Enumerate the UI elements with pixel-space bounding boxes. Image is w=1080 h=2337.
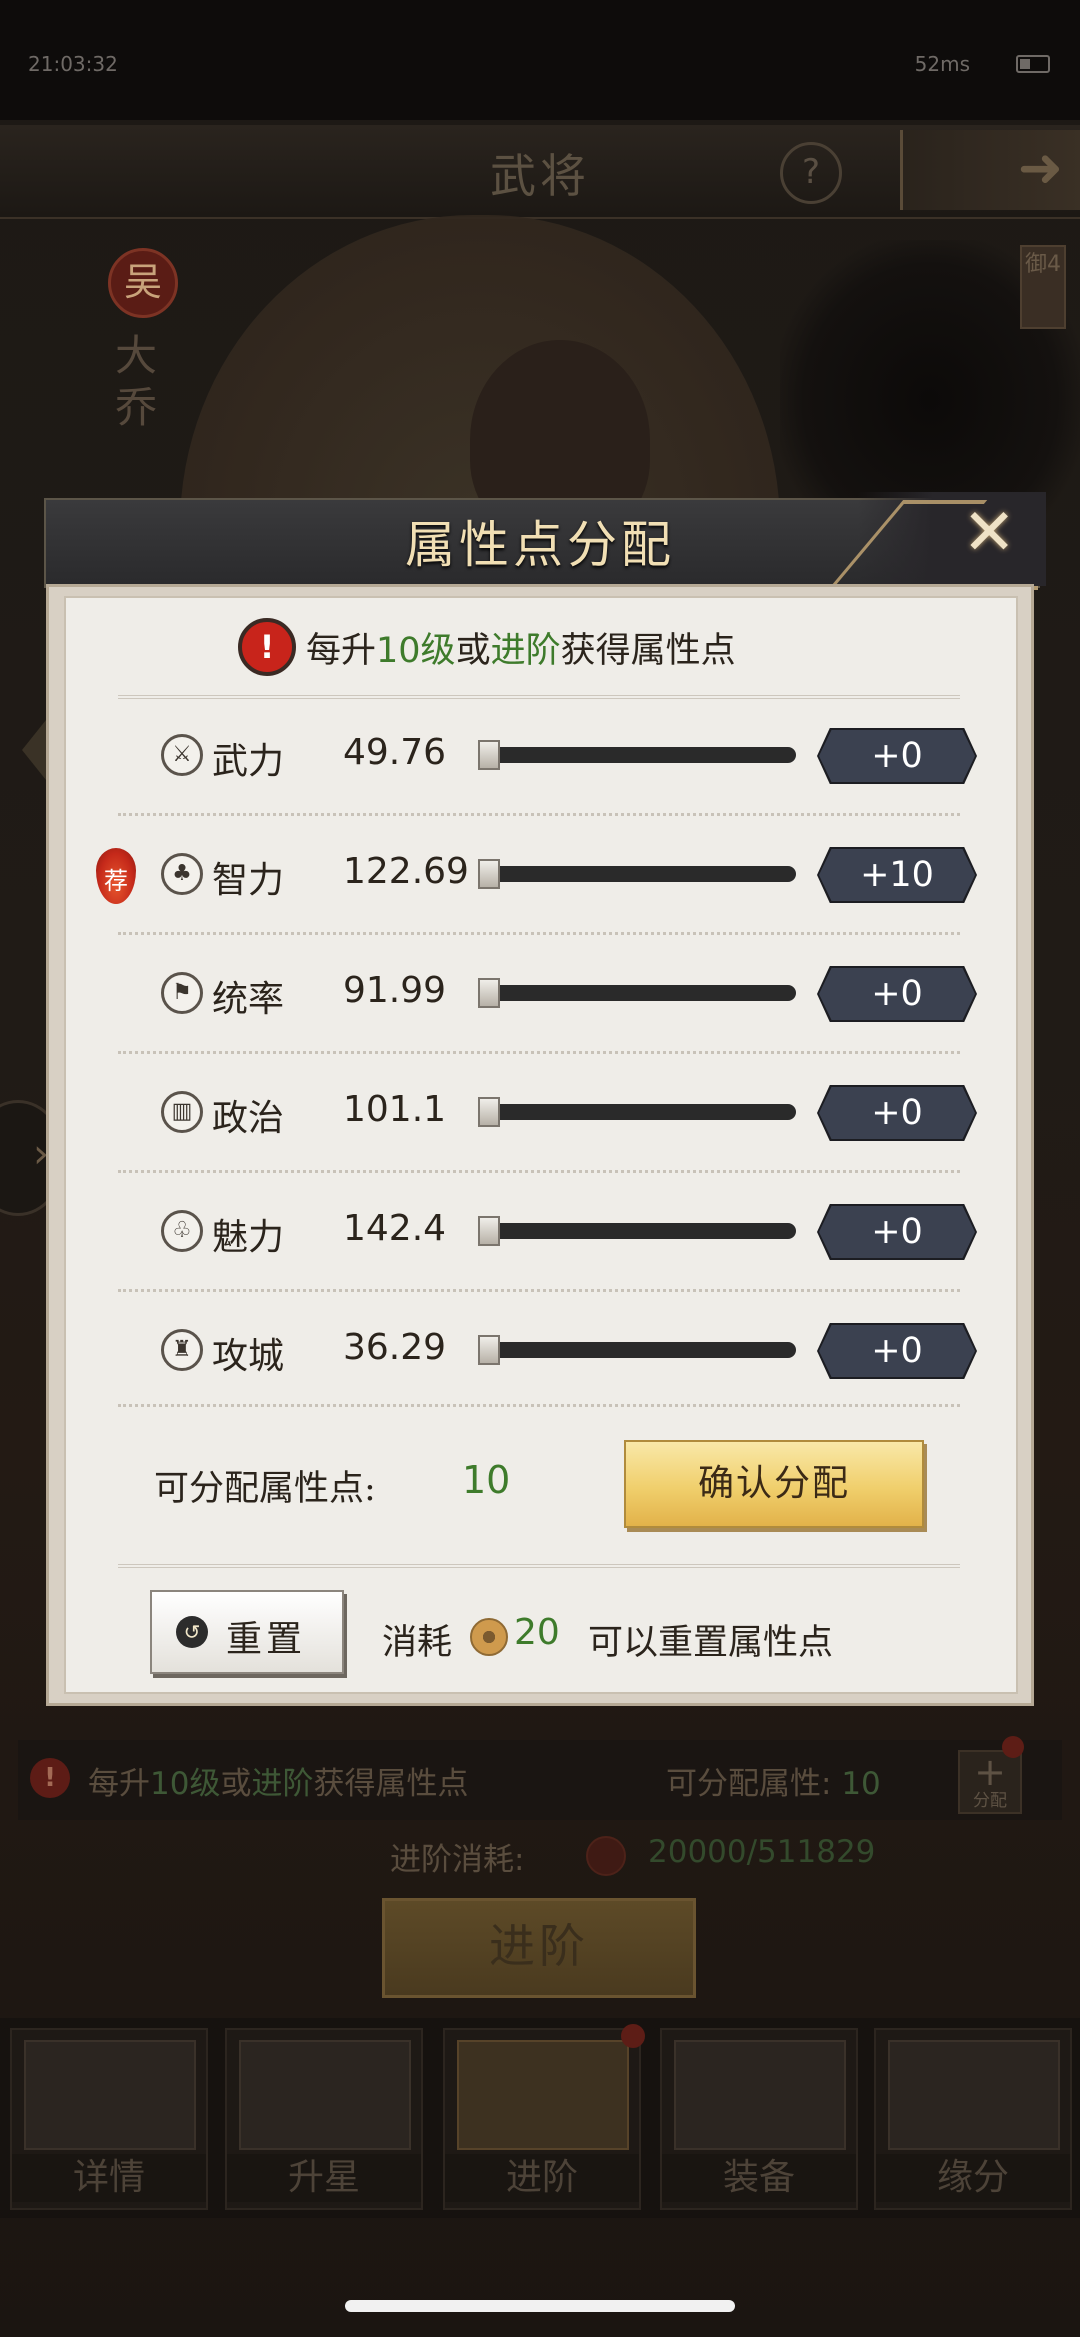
reset-button-label: 重置 xyxy=(226,1619,307,1660)
currency-icon xyxy=(586,1836,626,1876)
available-points-label: 可分配属性点: xyxy=(154,1469,376,1509)
tab-equipment[interactable]: 装备 xyxy=(660,2028,858,2210)
attr-slider-track[interactable] xyxy=(478,1342,796,1358)
divider xyxy=(118,932,960,935)
close-button[interactable]: ✕ xyxy=(832,492,1046,586)
attr-name-command: 统率 xyxy=(212,979,285,1020)
attr-value-force: 49.76 xyxy=(343,732,447,773)
consume-label: 消耗 xyxy=(382,1623,453,1663)
attr-slider-track[interactable] xyxy=(478,1104,796,1120)
attr-add-button[interactable]: +0 xyxy=(819,730,975,782)
advance-button[interactable]: 进阶 xyxy=(382,1898,696,1998)
attr-name-intellect: 智力 xyxy=(212,860,285,901)
arrow-right-icon: ➜ xyxy=(1017,136,1063,199)
divider xyxy=(118,1289,960,1292)
attr-slider-track[interactable] xyxy=(478,866,796,882)
divider xyxy=(118,1170,960,1173)
reset-icon: ↺ xyxy=(176,1616,208,1648)
divider xyxy=(118,813,960,816)
attr-slider-knob[interactable] xyxy=(478,978,500,1008)
advance-cost-label: 进阶消耗: xyxy=(390,1842,525,1878)
scroll-icon: ▥ xyxy=(161,1091,203,1133)
consume-description: 可以重置属性点 xyxy=(588,1623,834,1663)
advance-cost-value: 20000/511829 xyxy=(648,1834,876,1870)
bg-level-tip: 每升10级或进阶获得属性点 xyxy=(88,1766,469,1802)
tab-star-up[interactable]: 升星 xyxy=(225,2028,423,2210)
help-button[interactable]: ? xyxy=(780,142,842,204)
attr-value-intellect: 122.69 xyxy=(343,851,469,892)
status-time: 21:03:32 xyxy=(28,52,118,76)
allocate-button[interactable]: + 分配 xyxy=(958,1750,1022,1814)
attr-slider-knob[interactable] xyxy=(478,1216,500,1246)
divider xyxy=(118,1404,960,1407)
battery-icon xyxy=(1016,55,1050,73)
attr-add-button[interactable]: +0 xyxy=(819,1087,975,1139)
club-leaf-icon: ♣ xyxy=(161,853,203,895)
divider xyxy=(118,1564,960,1568)
attr-slider-track[interactable] xyxy=(478,985,796,1001)
hero-name: 大乔 xyxy=(115,331,158,432)
attr-name-charm: 魅力 xyxy=(212,1217,285,1258)
rank-tag: 御4 xyxy=(1020,245,1066,329)
armor-icon xyxy=(674,2040,846,2150)
attr-slider-track[interactable] xyxy=(478,1223,796,1239)
coin-icon xyxy=(470,1618,508,1656)
attr-slider-knob[interactable] xyxy=(478,1335,500,1365)
tab-details[interactable]: 详情 xyxy=(10,2028,208,2210)
attr-value-politics: 101.1 xyxy=(343,1089,447,1130)
tab-advance[interactable]: 进阶 xyxy=(443,2024,645,2210)
attr-slider-track[interactable] xyxy=(478,747,796,763)
attr-slider-knob[interactable] xyxy=(478,740,500,770)
status-bar: 21:03:32 52ms xyxy=(0,0,1080,120)
attr-slider-knob[interactable] xyxy=(478,859,500,889)
faction-badge: 吴 xyxy=(108,248,178,318)
attr-name-siege: 攻城 xyxy=(212,1336,285,1377)
star-medallion-icon xyxy=(239,2040,411,2150)
warning-icon: ! xyxy=(238,618,296,676)
attr-name-politics: 政治 xyxy=(212,1098,285,1139)
attr-value-command: 91.99 xyxy=(343,970,447,1011)
close-icon: ✕ xyxy=(962,496,1016,570)
home-indicator[interactable] xyxy=(345,2300,735,2312)
tab-bond[interactable]: 缘分 xyxy=(874,2028,1072,2210)
attr-add-button[interactable]: +10 xyxy=(819,849,975,901)
handshake-icon xyxy=(888,2040,1060,2150)
attr-add-button[interactable]: +0 xyxy=(819,968,975,1020)
bg-available-points: 可分配属性: 10 xyxy=(666,1766,881,1802)
sword-icon: ⚔ xyxy=(161,734,203,776)
divider xyxy=(118,1051,960,1054)
club-icon: ♧ xyxy=(161,1210,203,1252)
available-points-value: 10 xyxy=(462,1458,511,1502)
consume-value: 20 xyxy=(514,1612,560,1653)
allocate-label: 分配 xyxy=(973,1791,1007,1811)
flag-icon: ⚑ xyxy=(161,972,203,1014)
attr-add-button[interactable]: +0 xyxy=(819,1325,975,1377)
network-latency: 52ms xyxy=(914,52,970,76)
attr-name-force: 武力 xyxy=(212,741,285,782)
attr-slider-knob[interactable] xyxy=(478,1097,500,1127)
divider xyxy=(118,695,960,699)
attr-value-siege: 36.29 xyxy=(343,1327,447,1368)
forward-button[interactable]: ➜ xyxy=(900,130,1080,210)
notification-dot xyxy=(1002,1736,1024,1758)
confirm-allocate-button[interactable]: 确认分配 xyxy=(624,1440,924,1528)
attr-value-charm: 142.4 xyxy=(343,1208,447,1249)
attr-add-button[interactable]: +0 xyxy=(819,1206,975,1258)
scroll-icon xyxy=(24,2040,196,2150)
castle-icon: ♜ xyxy=(161,1329,203,1371)
level-tip: 每升10级或进阶获得属性点 xyxy=(306,631,736,671)
warning-icon: ! xyxy=(30,1758,70,1798)
notification-dot xyxy=(621,2024,645,2048)
dragon-icon xyxy=(457,2040,629,2150)
